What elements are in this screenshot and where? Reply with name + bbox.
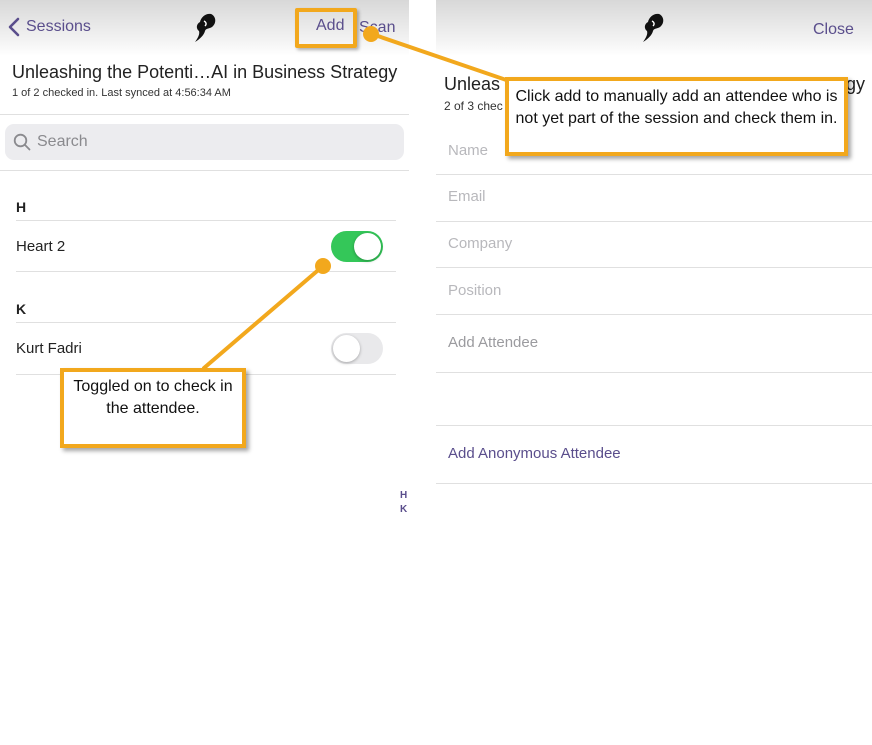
add-attendee-action[interactable]: Add Attendee: [448, 334, 538, 351]
back-label: Sessions: [26, 18, 91, 35]
section-index-k[interactable]: K: [400, 504, 407, 515]
divider: [16, 220, 396, 221]
session-title-end: gy: [846, 74, 866, 94]
divider: [436, 267, 872, 268]
chevron-left-icon: [8, 17, 20, 37]
checkin-toggle[interactable]: [331, 333, 383, 364]
feather-logo-icon: [195, 13, 216, 43]
feather-logo-icon: [643, 13, 664, 43]
search-input[interactable]: [37, 133, 377, 151]
checkin-status-text: 1 of 2 checked in. Last synced at 4:56:3…: [12, 87, 231, 99]
divider: [16, 271, 396, 272]
email-field[interactable]: [448, 188, 848, 205]
divider: [436, 221, 872, 222]
divider: [0, 114, 409, 115]
close-button[interactable]: Close: [813, 21, 854, 39]
checkin-status-text: 2 of 3 chec: [444, 99, 503, 113]
divider: [436, 483, 872, 484]
divider: [16, 322, 396, 323]
back-to-sessions-button[interactable]: Sessions: [8, 14, 91, 40]
scan-button[interactable]: Scan: [359, 19, 395, 37]
add-button-callout: Click add to manually add an attendee wh…: [505, 77, 848, 156]
add-anonymous-attendee-action[interactable]: Add Anonymous Attendee: [448, 445, 621, 462]
position-field[interactable]: [448, 282, 848, 299]
search-icon: [13, 133, 31, 151]
toggle-callout: Toggled on to check in the attendee.: [60, 368, 246, 448]
checkin-toggle[interactable]: [331, 231, 383, 262]
search-bar[interactable]: [5, 124, 404, 160]
toggle-knob: [333, 335, 360, 362]
session-title: Unleashing the Potenti…AI in Business St…: [12, 62, 398, 82]
navigation-bar: Close: [436, 0, 872, 56]
attendee-name: Kurt Fadri: [16, 340, 82, 357]
toggle-knob: [354, 233, 381, 260]
add-button-highlight: [295, 8, 357, 48]
section-header-h: H: [16, 199, 27, 215]
session-title: Unleas: [444, 74, 501, 94]
divider: [0, 170, 409, 171]
company-field[interactable]: [448, 235, 848, 252]
divider: [436, 174, 872, 175]
divider: [436, 425, 872, 426]
section-header-k: K: [16, 301, 27, 317]
divider: [436, 314, 872, 315]
attendee-name: Heart 2: [16, 238, 66, 255]
divider: [436, 372, 872, 373]
section-index-h[interactable]: H: [400, 490, 407, 501]
